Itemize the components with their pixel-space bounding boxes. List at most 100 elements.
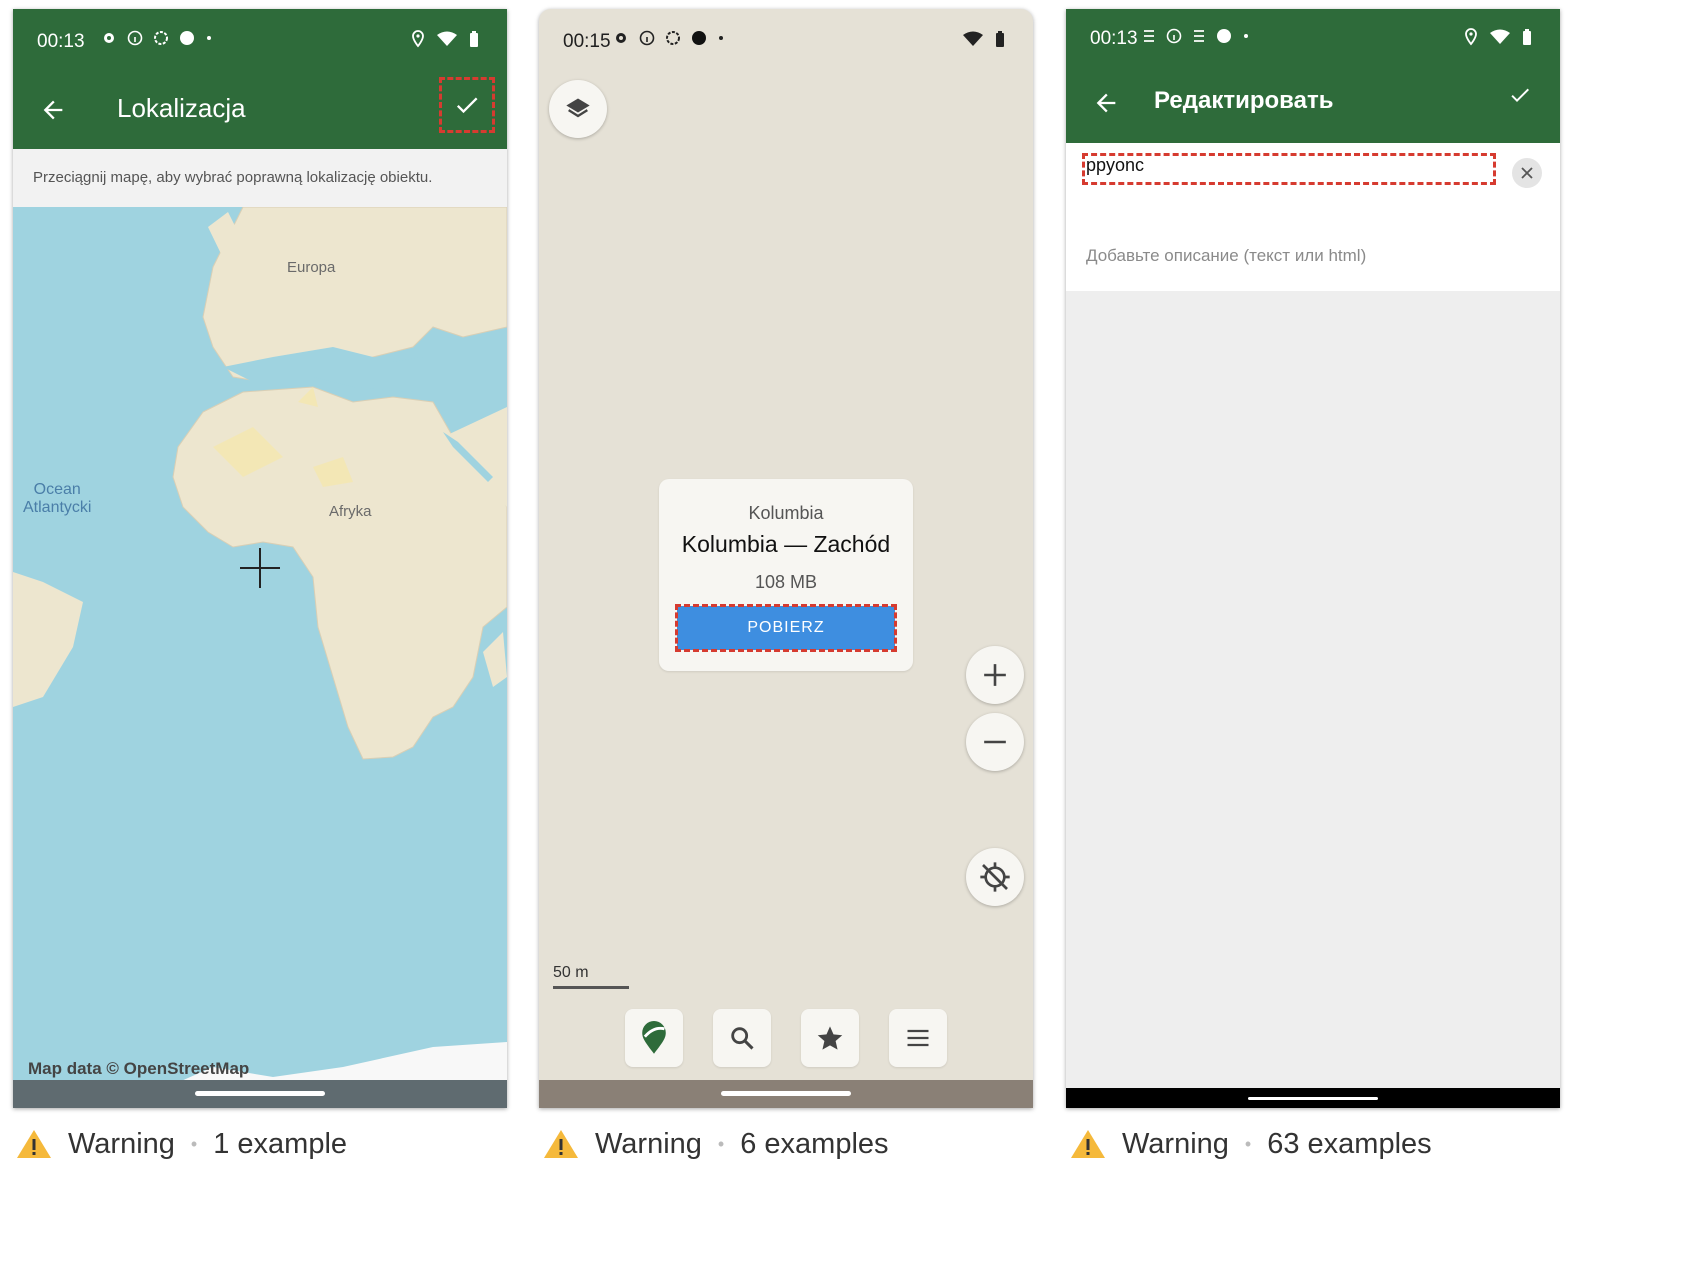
card-country: Kolumbia — [748, 503, 824, 523]
status-right-icons — [411, 30, 479, 48]
menu-icon — [907, 1029, 929, 1047]
page-title: Редактировать — [1154, 87, 1334, 114]
home-indicator[interactable] — [195, 1091, 325, 1096]
card-region: Kolumbia — Zachód — [681, 531, 891, 557]
confirm-button[interactable] — [439, 77, 495, 133]
location-off-icon — [980, 862, 1010, 892]
layers-button[interactable] — [549, 80, 607, 138]
battery-icon — [996, 31, 1004, 47]
map-scale: 50 m — [553, 964, 629, 989]
hint-text: Przeciągnij mapę, aby wybrać poprawną lo… — [33, 169, 433, 186]
battery-icon — [1523, 29, 1531, 45]
footer-level: Warning — [595, 1127, 702, 1160]
wifi-icon — [1490, 29, 1510, 44]
footer-count: 63 examples — [1267, 1127, 1432, 1160]
screen-edit-bookmark: 00:13 Редактировать ppyonc Добавьте опис… — [1066, 9, 1560, 1108]
check-icon — [1511, 88, 1529, 102]
nav-bar — [13, 1080, 507, 1108]
save-button[interactable] — [1494, 69, 1546, 121]
warning-icon — [17, 1130, 51, 1158]
app-bar: Lokalizacja — [13, 71, 507, 149]
footer-count: 1 example — [213, 1127, 348, 1160]
app-logo-icon — [642, 1021, 666, 1054]
gear-icon — [104, 33, 114, 43]
sync-icon-2 — [1194, 30, 1204, 42]
download-button[interactable]: POBIERZ — [675, 604, 897, 652]
zoom-in-icon — [984, 664, 1006, 686]
page-title: Lokalizacja — [117, 93, 246, 123]
separator-dot: • — [717, 1133, 725, 1154]
close-icon — [1521, 167, 1533, 179]
status-icons — [1142, 28, 1250, 44]
hint-banner: Przeciągnij mapę, aby wybrać poprawną lo… — [13, 149, 507, 207]
my-location-button[interactable] — [966, 848, 1024, 906]
app-bar: Редактировать — [1066, 67, 1560, 143]
star-icon — [817, 1026, 843, 1050]
zoom-out-button[interactable] — [966, 713, 1024, 771]
status-bar: 00:13 — [13, 9, 507, 71]
card-size: 108 MB — [754, 572, 818, 592]
gear-icon — [616, 33, 626, 43]
screen-location-picker: 00:13 Lokalizacja Przeciągnij mapę, aby … — [13, 9, 507, 1108]
settings-icon — [154, 31, 168, 45]
warning-icon — [544, 1130, 578, 1158]
small-dot-icon — [207, 36, 211, 40]
info-icon — [639, 30, 655, 46]
footer-1: Warning • 1 example — [14, 1122, 347, 1166]
status-time: 00:13 — [37, 31, 85, 52]
description-field[interactable]: Добавьте описание (текст или html) — [1086, 246, 1366, 266]
map-credit: Map data © OpenStreetMap — [28, 1059, 250, 1078]
zoom-in-button[interactable] — [966, 646, 1024, 704]
footer-level: Warning — [68, 1127, 175, 1160]
status-bar: 00:15 — [539, 9, 1033, 71]
sync-icon — [1144, 30, 1154, 42]
tab-app-logo[interactable] — [625, 1009, 683, 1067]
dot-icon — [180, 31, 194, 45]
bottom-navigation — [539, 1009, 1033, 1071]
edit-form: ppyonc Добавьте описание (текст или html… — [1066, 143, 1560, 291]
status-time: 00:13 — [1090, 28, 1138, 49]
status-bar: 00:13 — [1066, 9, 1560, 67]
status-icons — [101, 30, 213, 46]
map-label-africa: Afryka — [329, 503, 372, 520]
map-label-ocean: Ocean Atlantycki — [23, 481, 92, 516]
map-label-europe: Europa — [287, 259, 336, 276]
tab-menu[interactable] — [889, 1009, 947, 1067]
tab-bookmarks[interactable] — [801, 1009, 859, 1067]
scale-label: 50 m — [553, 964, 589, 981]
settings-icon — [666, 31, 680, 45]
name-field[interactable]: ppyonc — [1082, 153, 1496, 185]
status-icons — [613, 30, 725, 46]
zoom-out-icon — [984, 740, 1006, 744]
dot-icon — [692, 31, 706, 45]
small-dot-icon — [1244, 34, 1248, 38]
back-arrow-icon[interactable] — [1092, 89, 1120, 117]
info-icon — [1166, 28, 1182, 44]
map-view[interactable]: Europa Afryka Ocean Atlantycki Map data … — [13, 207, 507, 1089]
location-icon — [1465, 28, 1477, 46]
back-arrow-icon[interactable] — [39, 96, 67, 124]
status-right-icons — [1464, 28, 1532, 46]
tab-search[interactable] — [713, 1009, 771, 1067]
search-icon — [731, 1027, 754, 1050]
map-land — [13, 207, 507, 1089]
screen-map-download: 00:15 Kolumbia Kolumbia — Zachód 108 MB … — [539, 9, 1033, 1108]
download-card: Kolumbia Kolumbia — Zachód 108 MB POBIER… — [659, 479, 913, 671]
layers-icon — [566, 98, 590, 118]
wifi-icon — [437, 31, 457, 46]
clear-button[interactable] — [1512, 158, 1542, 188]
status-time: 00:15 — [563, 31, 611, 52]
info-icon — [127, 30, 143, 46]
home-indicator[interactable] — [1248, 1097, 1378, 1100]
location-icon — [412, 30, 424, 48]
footer-level: Warning — [1122, 1127, 1229, 1160]
nav-bar — [539, 1080, 1033, 1108]
home-indicator[interactable] — [721, 1091, 851, 1096]
wifi-icon — [963, 31, 983, 46]
check-icon — [456, 97, 478, 114]
separator-dot: • — [190, 1133, 198, 1154]
footer-count: 6 examples — [740, 1127, 889, 1160]
nav-bar — [1066, 1088, 1560, 1108]
warning-icon — [1071, 1130, 1105, 1158]
status-right-icons — [963, 30, 1005, 48]
